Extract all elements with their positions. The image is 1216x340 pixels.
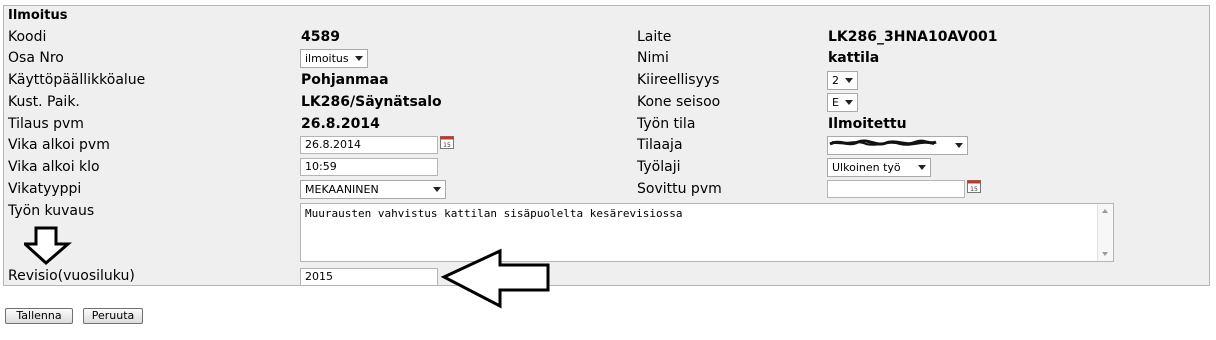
chevron-down-icon: [433, 187, 441, 192]
label-koodi: Koodi: [8, 29, 47, 45]
section-title: Ilmoitus: [8, 8, 68, 23]
label-laite: Laite: [637, 29, 672, 45]
label-tyon-kuvaus: Työn kuvaus: [8, 203, 95, 219]
down-arrow-icon: [24, 226, 73, 266]
tyolaji-selected: Ulkoinen työ: [832, 161, 901, 174]
kone-seisoo-select[interactable]: E: [827, 93, 858, 112]
tilaus-pvm-value: 26.8.2014: [301, 116, 380, 132]
revisio-input[interactable]: 2015: [300, 268, 438, 286]
label-vikatyyppi: Vikatyyppi: [8, 181, 82, 197]
kone-seisoo-selected: E: [832, 96, 839, 109]
tyon-kuvaus-textarea[interactable]: Muurausten vahvistus kattilan sisäpuolel…: [300, 203, 1114, 262]
koodi-value: 4589: [301, 29, 340, 45]
label-vika-alkoi-pvm: Vika alkoi pvm: [8, 137, 110, 153]
calendar-icon[interactable]: 15: [440, 135, 454, 149]
vika-alkoi-pvm-input[interactable]: 26.8.2014: [300, 136, 438, 154]
label-kust-paik: Kust. Paik.: [8, 94, 80, 110]
cancel-button[interactable]: Peruuta: [83, 308, 143, 324]
label-tilaus-pvm: Tilaus pvm: [8, 116, 84, 132]
left-arrow-icon: [440, 248, 550, 309]
svg-text:15: 15: [970, 186, 978, 193]
label-osa-nro: Osa Nro: [8, 50, 64, 66]
label-tyon-tila: Työn tila: [637, 116, 696, 132]
osa-nro-selected: ilmoitus: [305, 52, 349, 65]
vikatyyppi-select[interactable]: MEKAANINEN: [300, 180, 446, 199]
vikatyyppi-selected: MEKAANINEN: [305, 183, 379, 196]
label-revisio: Revisio(vuosiluku): [8, 268, 135, 284]
save-button[interactable]: Tallenna: [5, 308, 73, 324]
kayttopaallikkoalue-value: Pohjanmaa: [301, 72, 389, 88]
kiireellisyys-select[interactable]: 2: [827, 71, 858, 90]
label-tyolaji: Työlaji: [637, 159, 681, 175]
tyon-tila-value: Ilmoitettu: [828, 116, 907, 132]
chevron-down-icon: [955, 143, 963, 148]
label-kiireellisyys: Kiireellisyys: [637, 72, 720, 88]
chevron-down-icon: [845, 100, 853, 105]
label-kone-seisoo: Kone seisoo: [637, 94, 721, 110]
laite-value: LK286_3HNA10AV001: [828, 29, 998, 45]
sovittu-pvm-input[interactable]: [827, 180, 965, 198]
nimi-value: kattila: [828, 50, 880, 66]
label-sovittu-pvm: Sovittu pvm: [637, 181, 722, 197]
label-vika-alkoi-klo: Vika alkoi klo: [8, 159, 100, 175]
svg-text:15: 15: [443, 142, 451, 149]
label-kayttopaallikkoalue: Käyttöpäällikköalue: [8, 72, 146, 88]
chevron-down-icon: [845, 78, 853, 83]
tyolaji-select[interactable]: Ulkoinen työ: [827, 158, 931, 177]
scroll-down-icon[interactable]: [1102, 252, 1108, 256]
vika-alkoi-klo-input[interactable]: 10:59: [300, 158, 438, 176]
label-nimi: Nimi: [637, 50, 669, 66]
tyon-kuvaus-text: Muurausten vahvistus kattilan sisäpuolel…: [305, 207, 683, 220]
scroll-up-icon[interactable]: [1102, 209, 1108, 213]
kiireellisyys-selected: 2: [832, 74, 839, 87]
label-tilaaja: Tilaaja: [637, 137, 683, 153]
chevron-down-icon: [918, 165, 926, 170]
osa-nro-select[interactable]: ilmoitus: [300, 49, 368, 68]
chevron-down-icon: [355, 56, 363, 61]
calendar-icon[interactable]: 15: [967, 179, 981, 193]
redaction-scribble: [829, 139, 937, 146]
kust-paik-value: LK286/Säynätsalo: [301, 94, 442, 110]
textarea-scrollbar[interactable]: [1097, 204, 1113, 261]
